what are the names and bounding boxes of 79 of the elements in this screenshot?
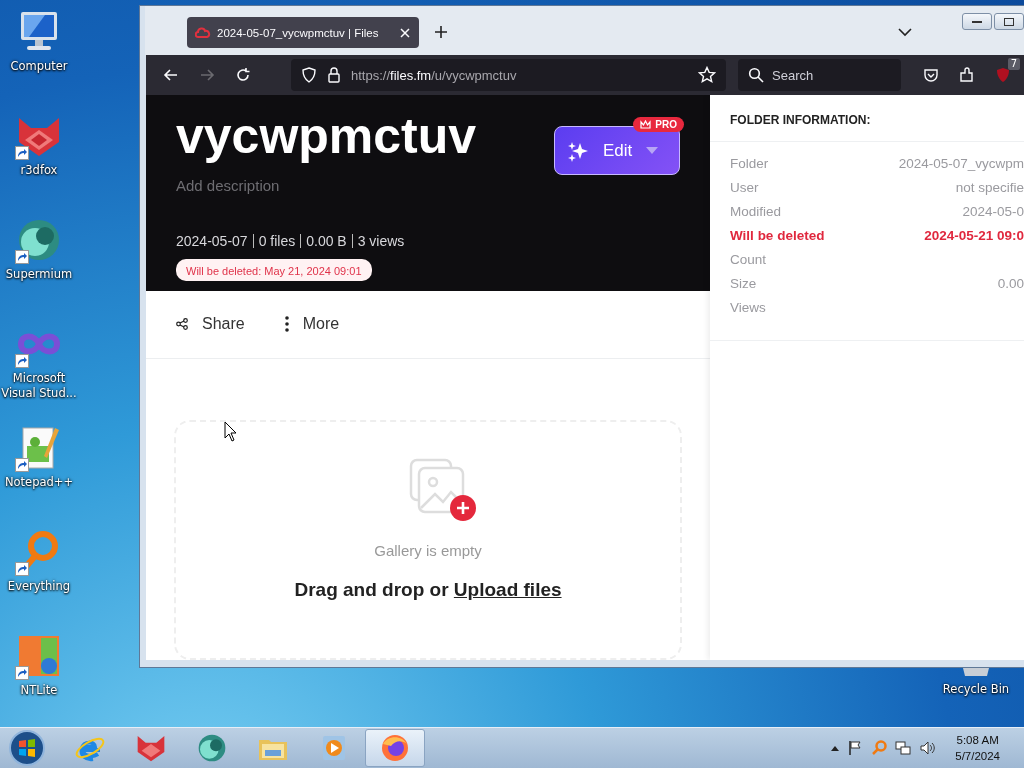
chevron-up-icon[interactable] bbox=[831, 745, 840, 751]
forward-icon[interactable] bbox=[199, 67, 215, 83]
desktop-shortcut[interactable]: Microsoft Visual Stud... bbox=[0, 320, 78, 401]
clock[interactable]: 5:08 AM 5/7/2024 bbox=[955, 732, 1000, 764]
caret-icon bbox=[646, 146, 659, 155]
share-icon bbox=[176, 318, 188, 331]
back-icon[interactable] bbox=[163, 67, 179, 83]
info-label: Size bbox=[730, 275, 757, 293]
panel-title: FOLDER INFORMATION: bbox=[710, 95, 1024, 142]
pocket-icon[interactable] bbox=[923, 67, 939, 83]
shortcut-label: Notepad++ bbox=[4, 475, 74, 490]
url-text: https://files.fm/u/vycwpmctuv bbox=[351, 67, 518, 83]
pro-badge: PRO bbox=[633, 117, 684, 132]
info-label: Will be deleted bbox=[730, 227, 825, 245]
chevron-down-icon[interactable] bbox=[898, 27, 912, 37]
minimize-button[interactable] bbox=[962, 13, 992, 30]
share-button[interactable]: Share bbox=[176, 315, 245, 334]
info-label: User bbox=[730, 179, 759, 197]
shortcut-label: Recycle Bin bbox=[942, 682, 1010, 697]
reload-icon[interactable] bbox=[235, 67, 251, 83]
info-value: 2024-05-0 bbox=[962, 203, 1024, 221]
shortcut-label: NTLite bbox=[20, 683, 58, 698]
maximize-icon bbox=[1004, 17, 1014, 26]
shield-icon bbox=[301, 67, 317, 83]
puzzle-icon[interactable] bbox=[959, 67, 975, 83]
address-bar[interactable]: https://files.fm/u/vycwpmctuv bbox=[291, 59, 726, 91]
meta-text: 3 views bbox=[351, 234, 410, 248]
deletion-notice: Will be deleted: May 21, 2024 09:01 bbox=[186, 265, 362, 277]
shortcut-label: Everything bbox=[7, 579, 71, 594]
info-label: Count bbox=[730, 251, 767, 269]
clock-time: 5:08 AM bbox=[956, 733, 999, 748]
folder-title: vycwpmctuv bbox=[176, 107, 477, 165]
drop-zone[interactable]: Gallery is empty Drag and drop or Upload files bbox=[174, 419, 682, 660]
info-label: Folder bbox=[730, 155, 769, 173]
info-value: 2024-05-07_vycwpm bbox=[898, 155, 1024, 173]
desktop-shortcut[interactable]: r3dfox bbox=[0, 112, 78, 178]
info-value: 2024-05-21 09:0 bbox=[924, 227, 1024, 245]
shortcut-label: Computer bbox=[10, 59, 68, 74]
taskbar-app-button[interactable] bbox=[365, 729, 425, 767]
more-button[interactable]: More bbox=[284, 315, 340, 334]
lock-icon bbox=[327, 67, 341, 83]
desktop-shortcut[interactable]: Computer bbox=[0, 8, 78, 74]
network-icon[interactable] bbox=[895, 740, 912, 756]
info-label: Views bbox=[730, 299, 766, 317]
upload-link[interactable]: Upload files bbox=[453, 578, 562, 600]
meta-text: 2024-05-07 bbox=[176, 234, 249, 248]
description-field[interactable]: Add description bbox=[176, 177, 280, 194]
more-icon bbox=[284, 316, 289, 333]
gallery-add-icon bbox=[409, 457, 479, 524]
clock-date: 5/7/2024 bbox=[955, 749, 1000, 764]
drop-instruction: Drag and drop or Upload files bbox=[294, 578, 562, 601]
search-field[interactable]: Search bbox=[738, 59, 901, 91]
flag-icon[interactable] bbox=[847, 740, 864, 756]
meta-text: 0.00 B bbox=[300, 234, 352, 248]
volume-icon[interactable] bbox=[919, 740, 936, 756]
empty-message: Gallery is empty bbox=[374, 541, 482, 559]
cloud-icon bbox=[195, 25, 211, 40]
mouse-cursor-icon bbox=[224, 421, 238, 443]
shortcut-label: Microsoft Visual Stud... bbox=[0, 371, 78, 401]
close-icon[interactable] bbox=[399, 26, 411, 39]
desktop-shortcut[interactable]: Supermium bbox=[0, 216, 78, 282]
tab-title: 2024-05-07_vycwpmctuv | Files bbox=[217, 26, 380, 39]
maximize-button[interactable] bbox=[994, 13, 1024, 30]
sphere-icon bbox=[196, 732, 228, 764]
info-value: not specifie bbox=[955, 179, 1024, 197]
meta-text: 0 files bbox=[252, 234, 301, 248]
info-value: 0.00 bbox=[997, 275, 1024, 293]
firefox-icon bbox=[379, 732, 411, 764]
extension-badge: 7 bbox=[1007, 58, 1020, 70]
star-icon[interactable] bbox=[698, 66, 716, 84]
new-tab-icon[interactable] bbox=[434, 25, 448, 39]
search-icon bbox=[748, 67, 764, 83]
start-button[interactable] bbox=[8, 729, 46, 767]
crown-icon bbox=[640, 120, 652, 129]
shortcut-label: r3dfox bbox=[20, 163, 58, 178]
browser-tab[interactable]: 2024-05-07_vycwpmctuv | Files bbox=[187, 17, 419, 48]
shortcut-label: Supermium bbox=[5, 267, 73, 282]
desktop-shortcut[interactable]: Recycle Bin bbox=[938, 668, 1014, 697]
info-label: Modified bbox=[730, 203, 782, 221]
